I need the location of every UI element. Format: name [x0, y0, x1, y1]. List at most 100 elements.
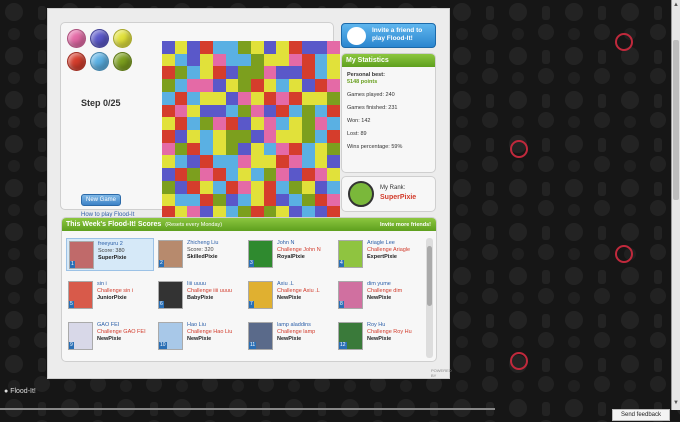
invite-friend-button[interactable]: Invite a friend to play Flood-It!: [341, 23, 436, 48]
board-cell: [225, 130, 239, 143]
player-challenge[interactable]: Challenge Roy Hu: [367, 329, 412, 336]
board-cell: [327, 168, 340, 181]
board-cell: [276, 142, 290, 156]
board-cell: [263, 104, 277, 118]
board-cell: [238, 142, 251, 156]
board-cell: [251, 117, 264, 130]
rank-panel: My Rank: SuperPixie: [341, 176, 436, 212]
color-ball-1[interactable]: [67, 29, 86, 48]
decorative-ring: [615, 33, 633, 51]
board-cell: [263, 142, 277, 156]
board-cell: [327, 66, 340, 80]
color-ball-4[interactable]: [67, 52, 86, 71]
player-name: Iiii uuuu: [187, 281, 206, 287]
board-cell: [174, 91, 188, 105]
player-card[interactable]: 2 Zhicheng Liu Score: 320 SkilledPixie: [156, 238, 244, 271]
powered-by: POWERED BY: [431, 368, 452, 378]
player-challenge[interactable]: Challenge Hao Liu: [187, 329, 232, 336]
scores-panel: This Week's Flood-It! Scores (Resets ever…: [61, 217, 437, 362]
board-cell: [289, 130, 302, 143]
player-score: Score: 320: [187, 247, 214, 253]
player-card[interactable]: 6 Iiii uuuu Challenge iiii uuuu BabyPixie: [156, 279, 244, 312]
scores-scrollbar[interactable]: [426, 238, 433, 358]
board-cell: [327, 193, 340, 207]
board-cell: [276, 104, 290, 118]
player-challenge[interactable]: Challenge John N: [277, 247, 321, 254]
invite-more-link[interactable]: Invite more friends!: [380, 222, 431, 228]
board-cell: [276, 91, 290, 105]
board-cell: [301, 130, 315, 143]
board-cell: [174, 53, 188, 67]
board-cell: [314, 155, 328, 169]
board-cell: [238, 155, 251, 169]
board-cell: [301, 142, 315, 156]
board-cell: [251, 193, 264, 207]
personal-best-label: Personal best:: [347, 72, 385, 78]
board-cell: [251, 142, 264, 156]
app-footer-label[interactable]: ● Flood-It!: [4, 388, 36, 395]
board-cell: [327, 79, 340, 92]
player-level: SuperPixie: [98, 255, 127, 261]
board-cell: [200, 130, 213, 143]
board-cell: [238, 168, 251, 181]
board-cell: [187, 180, 201, 194]
player-challenge[interactable]: Challenge lamp: [277, 329, 315, 336]
scroll-down-arrow-icon[interactable]: ▼: [673, 400, 679, 406]
board-cell: [200, 104, 213, 118]
rank-avatar-icon: [348, 181, 374, 207]
board-cell: [174, 193, 188, 207]
player-card[interactable]: 9 GAO FEI Challenge GAO FEI NewPixie: [66, 320, 154, 353]
player-card[interactable]: 1 freeyuru 2 Score: 380 SuperPixie: [66, 238, 154, 271]
player-rank: 9: [69, 342, 74, 349]
player-card[interactable]: 12 Roy Hu Challenge Roy Hu NewPixie: [336, 320, 424, 353]
board-cell: [225, 41, 239, 54]
board-cell: [187, 155, 201, 169]
scroll-up-arrow-icon[interactable]: ▲: [673, 2, 679, 8]
board-cell: [187, 130, 201, 143]
player-challenge[interactable]: Challenge Axiu .L: [277, 288, 320, 295]
player-card[interactable]: 11 lamp aladdins Challenge lamp NewPixie: [246, 320, 334, 353]
player-level: ExpertPixie: [367, 254, 397, 260]
player-challenge[interactable]: Challenge dim: [367, 288, 402, 295]
scores-scrollbar-thumb[interactable]: [427, 246, 432, 306]
player-level: BabyPixie: [187, 295, 214, 301]
board-cell: [251, 41, 264, 54]
color-ball-2[interactable]: [90, 29, 109, 48]
player-card[interactable]: 7 Axiu .L Challenge Axiu .L NewPixie: [246, 279, 334, 312]
board-cell: [174, 168, 188, 181]
player-rank: 11: [249, 342, 257, 349]
color-ball-5[interactable]: [90, 52, 109, 71]
player-avatar: 4: [338, 240, 363, 268]
board-cell: [162, 41, 175, 54]
send-feedback-button[interactable]: Send feedback: [612, 409, 670, 421]
board-cell: [251, 168, 264, 181]
player-challenge[interactable]: Challenge GAO FEI: [97, 329, 146, 336]
board-cell: [238, 130, 251, 143]
new-game-button[interactable]: New Game: [81, 194, 122, 206]
board-cell: [314, 142, 328, 156]
board-cell: [187, 41, 201, 54]
player-card[interactable]: 10 Hao Liu Challenge Hao Liu NewPixie: [156, 320, 244, 353]
player-challenge[interactable]: Challenge Ariagle: [367, 247, 410, 254]
statistics-panel: My Statistics Personal best: 5148 points…: [341, 53, 436, 173]
board-cell: [162, 104, 175, 118]
player-card[interactable]: 5 sin i Challenge sin i JuniorPixie: [66, 279, 154, 312]
board-cell: [251, 180, 264, 194]
player-challenge[interactable]: Challenge iiii uuuu: [187, 288, 232, 295]
board-cell: [276, 41, 290, 54]
scrollbar-thumb[interactable]: [673, 40, 679, 200]
player-rank: 7: [249, 301, 254, 308]
player-card[interactable]: 8 dim yume Challenge dim NewPixie: [336, 279, 424, 312]
board-cell: [263, 130, 277, 143]
player-card[interactable]: 3 John N Challenge John N RoyalPixie: [246, 238, 334, 271]
color-ball-6[interactable]: [113, 52, 132, 71]
board-cell: [276, 193, 290, 207]
color-ball-3[interactable]: [113, 29, 132, 48]
player-challenge[interactable]: Challenge sin i: [97, 288, 133, 295]
board-cell: [238, 41, 251, 54]
player-level: RoyalPixie: [277, 254, 305, 260]
window-scrollbar[interactable]: ▲ ▼: [671, 0, 680, 410]
decorative-ring: [510, 352, 528, 370]
player-card[interactable]: 4 Ariagle Lee Challenge Ariagle ExpertPixie: [336, 238, 424, 271]
player-rank: 4: [339, 260, 344, 267]
